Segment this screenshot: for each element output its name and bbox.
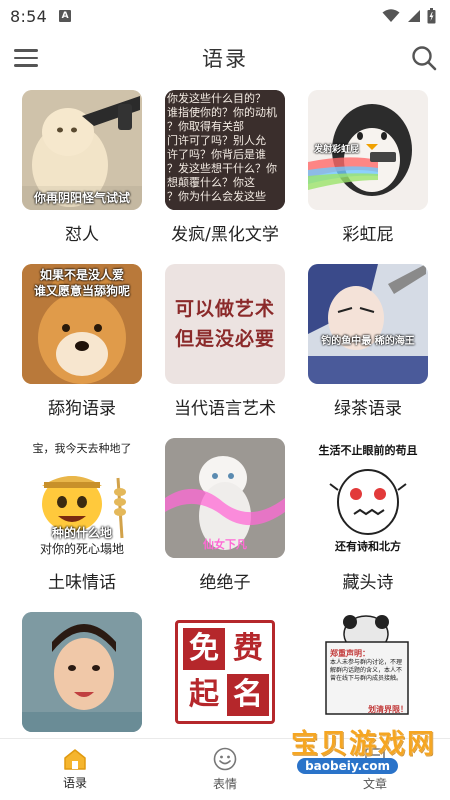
battery-icon [427,8,436,24]
category-card-duiren[interactable]: 你再阴阳怪气试试 怼人 [10,86,154,246]
category-label: 绝绝子 [199,573,251,593]
category-card-row4-1[interactable] [10,608,154,738]
category-thumb: 如果不是没人爱 谁又愿意当舔狗呢 [22,264,142,384]
category-thumb: 可以做艺术 但是没必要 [165,264,285,384]
category-card-caihongpi[interactable]: 发射彩虹屁 彩虹屁 [296,86,440,246]
status-time: 8:54 [10,6,48,26]
signal-icon [408,10,420,22]
category-card-row4-2[interactable]: 免 费 起 名 [153,608,297,738]
category-card-row4-3[interactable]: 郑重声明： 本人未参与群内讨论，不理解群内话题的含义，本人不曾在线下与群内成员接… [296,608,440,738]
category-thumb: 发射彩虹屁 [308,90,428,210]
smiley-icon [213,747,237,771]
thumb-caption: 谁又愿意当舔狗呢 [33,284,130,298]
nav-item-biaoqing[interactable]: 表情 [150,739,300,800]
thumb-caption: 起 [189,677,219,712]
category-thumb: 宝，我今天去种地了 种的什么地 对你的死心塌地 [22,438,142,558]
category-label: 土味情话 [48,573,116,593]
thumb-caption: 但是没必要 [174,328,275,350]
thumb-caption: 仙女下凡 [203,538,247,551]
category-card-juejuezi[interactable]: 仙女下凡 绝绝子 [153,434,297,594]
thumb-caption: 本人未参与群内讨论，不理解群内话题的含义，本人不曾在线下与群内成员接触。 [330,659,403,682]
svg-text:谁指使你的？你的动机: 谁指使你的？你的动机 [167,105,277,119]
category-card-yishu[interactable]: 可以做艺术 但是没必要 当代语言艺术 [153,260,297,420]
thumb-caption: 你再阴阳怪气试试 [33,191,130,205]
category-thumb: 免 费 起 名 [165,612,285,732]
svg-text:你发这些什么目的？: 你发这些什么目的？ [167,91,266,105]
svg-text:？发这些想干什么？你: ？发这些想干什么？你 [167,161,277,175]
category-card-tuwei[interactable]: 宝，我今天去种地了 种的什么地 对你的死心塌地 土味情话 [10,434,154,594]
category-card-fafeng[interactable]: 你发这些什么目的？ 谁指使你的？你的动机 ？你取得有关部 门许可了吗？别人允 许… [153,86,297,246]
thumb-caption: 钓的鱼中最 稀的海王 [321,336,415,347]
category-label: 彩虹屁 [342,225,394,245]
category-label: 当代语言艺术 [174,399,276,419]
category-card-tiangou[interactable]: 如果不是没人爱 谁又愿意当舔狗呢 舔狗语录 [10,260,154,420]
thumb-caption: 发射彩虹屁 [314,145,360,155]
watermark: 宝贝游戏网 baobeiy.com [288,722,436,786]
thumb-caption: 还有诗和北方 [335,540,401,553]
category-thumb: 你发这些什么目的？ 谁指使你的？你的动机 ？你取得有关部 门许可了吗？别人允 许… [165,90,285,210]
hamburger-menu-icon[interactable] [14,45,40,71]
svg-text:许了吗？你背后是谁: 许了吗？你背后是谁 [167,147,266,161]
category-thumb [22,612,142,732]
thumb-caption: 免 [183,628,225,670]
a-icon: A [59,10,72,22]
category-card-lvcha[interactable]: 钓的鱼中最 稀的海王 绿茶语录 [296,260,440,420]
svg-text:？你为什么会发这些: ？你为什么会发这些 [167,189,266,203]
thumb-caption: 名 [227,674,269,716]
svg-text:想颠覆什么？你这: 想颠覆什么？你这 [167,175,255,189]
category-label: 发疯/黑化文学 [171,225,279,245]
status-icons [382,8,436,24]
app-bar: 语录 [0,36,450,80]
category-label: 藏头诗 [342,573,394,593]
status-bar: 8:54 A [0,0,450,32]
category-card-cangtoushi[interactable]: 生活不止眼前的苟且 还有诗和北方 藏头诗 [296,434,440,594]
category-grid: 你再阴阳怪气试试 怼人 你发这些什么目的？ 谁指使你的？你的动机 ？你取得有关部… [0,86,450,738]
category-thumb: 钓的鱼中最 稀的海王 [308,264,428,384]
category-thumb: 郑重声明： 本人未参与群内讨论，不理解群内话题的含义，本人不曾在线下与群内成员接… [308,612,428,732]
nav-label: 语录 [62,776,87,790]
thumb-caption: 费 [233,631,263,666]
thumb-caption: 宝，我今天去种地了 [32,442,132,455]
category-label: 绿茶语录 [334,399,402,419]
thumb-caption: 生活不止眼前的苟且 [318,444,418,457]
svg-text:？你取得有关部: ？你取得有关部 [167,119,244,133]
watermark-url: baobeiy.com [297,758,398,774]
category-thumb: 仙女下凡 [165,438,285,558]
thumb-caption: 如果不是没人爱 [39,268,124,282]
home-icon [64,749,86,770]
thumb-caption: 划清界限！ [368,705,408,714]
search-icon[interactable] [410,44,438,72]
wifi-icon [382,9,400,22]
category-thumb: 你再阴阳怪气试试 [22,90,142,210]
category-label: 舔狗语录 [48,399,116,419]
thumb-caption: 对你的死心塌地 [39,542,124,556]
category-thumb: 生活不止眼前的苟且 还有诗和北方 [308,438,428,558]
watermark-title: 宝贝游戏网 [291,729,436,760]
category-label: 怼人 [65,225,99,245]
thumb-caption: 种的什么地 [51,526,112,540]
thumb-caption: 可以做艺术 [174,298,275,320]
thumb-caption: 郑重声明： [330,649,370,658]
nav-item-yulu[interactable]: 语录 [0,739,150,800]
svg-text:门许可了吗？别人允: 门许可了吗？别人允 [167,133,266,147]
page-title: 语录 [202,47,248,71]
nav-label: 表情 [212,777,237,791]
